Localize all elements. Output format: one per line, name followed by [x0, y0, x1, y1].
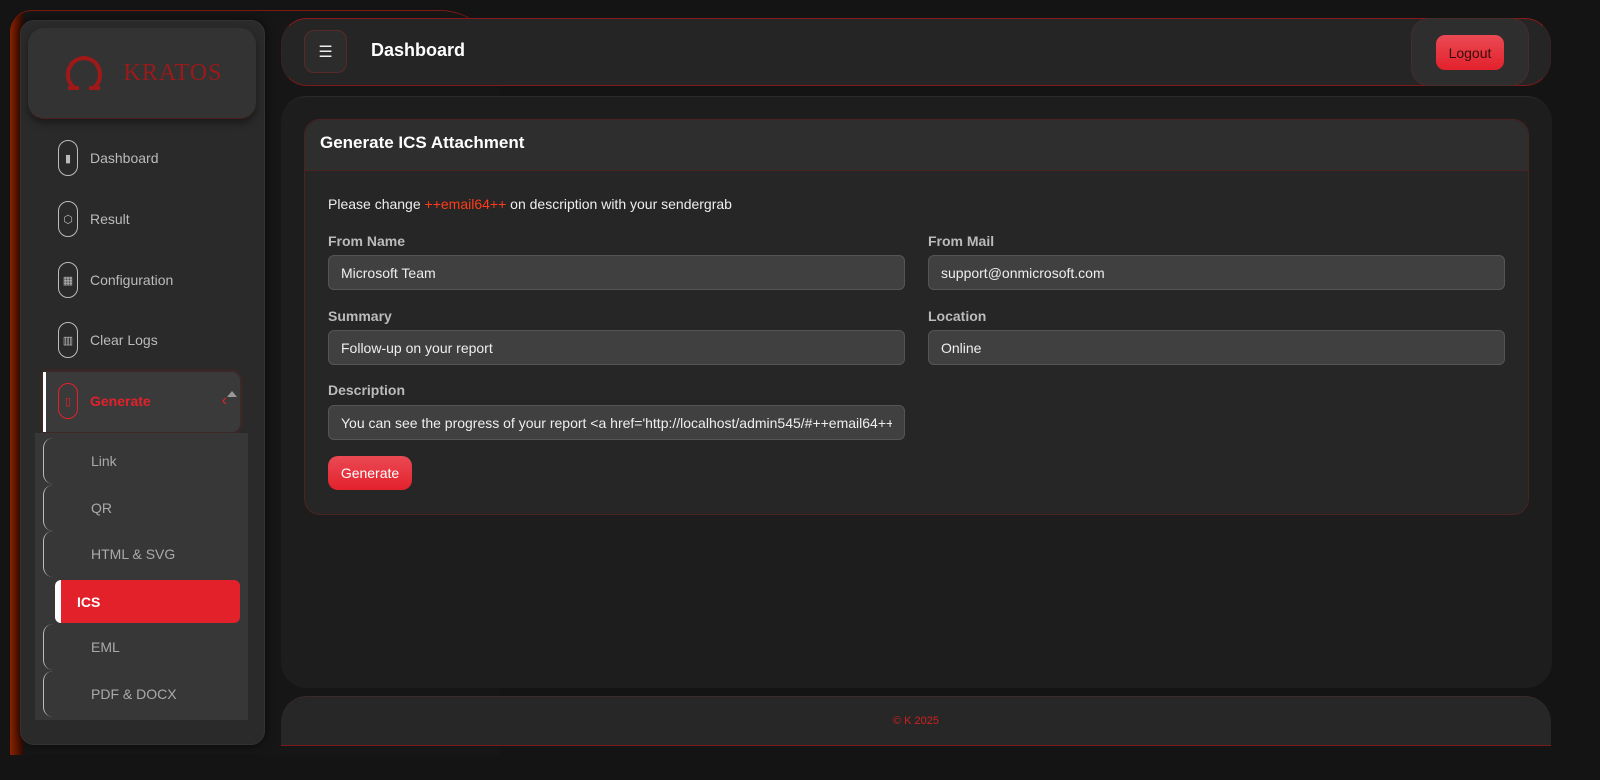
- menu-toggle-button[interactable]: ☰: [304, 30, 347, 73]
- logout-button[interactable]: Logout: [1436, 35, 1504, 70]
- note-placeholder: ++email64++: [424, 196, 507, 212]
- submenu-item-pdf-docx[interactable]: PDF & DOCX: [43, 671, 243, 717]
- description-label: Description: [328, 382, 406, 398]
- sidebar-item-label: Dashboard: [90, 150, 159, 166]
- sidebar-item-result[interactable]: ⬡ Result: [45, 199, 245, 239]
- from-mail-label: From Mail: [928, 233, 995, 249]
- sidebar-item-label: Generate: [90, 393, 151, 409]
- from-name-label: From Name: [328, 233, 406, 249]
- bar-chart-icon: ▮: [58, 140, 78, 176]
- submenu-item-qr[interactable]: QR: [43, 485, 243, 531]
- submenu-item-html-svg[interactable]: HTML & SVG: [43, 531, 243, 577]
- sidebar-item-clear-logs[interactable]: ▥ Clear Logs: [45, 320, 245, 360]
- from-name-input[interactable]: [328, 255, 905, 290]
- generate-button[interactable]: Generate: [328, 456, 412, 490]
- instruction-note: Please change ++email64++ on description…: [328, 196, 732, 212]
- submenu-item-eml[interactable]: EML: [43, 624, 243, 670]
- from-mail-input[interactable]: [928, 255, 1505, 290]
- trash-icon: ▥: [58, 322, 78, 358]
- top-header: [281, 18, 1551, 86]
- file-html-icon: ▯: [58, 383, 78, 419]
- summary-label: Summary: [328, 308, 392, 324]
- sidebar-item-label: Result: [90, 211, 130, 227]
- sidebar-item-generate-content[interactable]: ▯ Generate ‹: [45, 381, 245, 421]
- omega-logo-icon: [65, 55, 102, 90]
- note-text: on description with your sendergrab: [506, 196, 732, 212]
- description-input[interactable]: [328, 405, 905, 440]
- brand-name: KRATOS: [123, 59, 223, 86]
- grid-icon: ▦: [58, 262, 78, 298]
- footer: © K 2025: [281, 696, 1551, 746]
- summary-input[interactable]: [328, 330, 905, 365]
- caret-up-icon: [227, 391, 237, 397]
- logo[interactable]: KRATOS: [28, 28, 256, 119]
- sidebar-item-label: Clear Logs: [90, 332, 158, 348]
- copyright-text: © K 2025: [892, 715, 940, 727]
- page-title: Dashboard: [371, 40, 466, 60]
- location-label: Location: [928, 308, 987, 324]
- sidebar-item-label: Configuration: [90, 272, 174, 288]
- cube-icon: ⬡: [58, 201, 78, 237]
- sidebar-item-dashboard[interactable]: ▮ Dashboard: [45, 138, 245, 178]
- card-title: Generate ICS Attachment: [320, 133, 525, 152]
- sidebar-item-configuration[interactable]: ▦ Configuration: [45, 260, 245, 300]
- hamburger-icon: ☰: [318, 43, 333, 61]
- location-input[interactable]: [928, 330, 1505, 365]
- note-text: Please change: [328, 196, 425, 212]
- ics-card: [304, 119, 1529, 515]
- submenu-item-link[interactable]: Link: [43, 438, 243, 484]
- submenu-item-ics[interactable]: ICS: [55, 580, 240, 623]
